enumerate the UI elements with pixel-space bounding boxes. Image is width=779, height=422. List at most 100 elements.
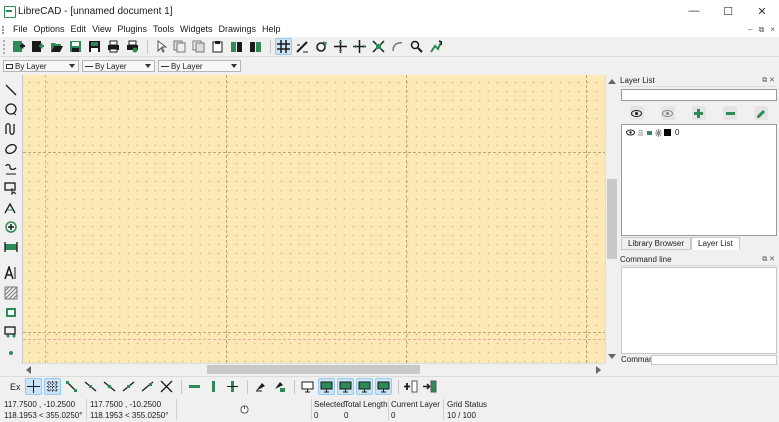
canvas-horizontal-scrollbar[interactable] [22, 363, 605, 375]
relative-zero-button[interactable] [252, 378, 269, 395]
zoom-in-button[interactable] [332, 38, 349, 55]
restrict-horizontal-button[interactable] [186, 378, 203, 395]
measure-tool-button[interactable] [3, 239, 19, 255]
layer-freeze-icon[interactable] [655, 128, 662, 137]
zoom-out-button[interactable] [351, 38, 368, 55]
block-insert-button[interactable] [228, 38, 245, 55]
image-tool-button[interactable] [3, 304, 19, 320]
menu-help[interactable]: Help [259, 22, 284, 37]
snap-on-entity-button[interactable] [82, 378, 99, 395]
select-tool-button[interactable] [3, 180, 19, 196]
menu-grip[interactable] [2, 25, 8, 34]
save-button[interactable] [67, 38, 84, 55]
view-monitor-4-button[interactable] [374, 378, 392, 395]
snap-intersection-button[interactable] [158, 378, 175, 395]
zoom-pan-button[interactable] [427, 38, 444, 55]
grid-toggle-button[interactable] [275, 38, 292, 55]
zoom-window-button[interactable] [408, 38, 425, 55]
snap-center-button[interactable] [101, 378, 118, 395]
remove-layer-button[interactable] [723, 106, 738, 120]
tab-layer-list[interactable]: Layer List [691, 237, 740, 250]
drawing-canvas[interactable] [22, 75, 605, 363]
print-preview-button[interactable] [124, 38, 141, 55]
tab-library-browser[interactable]: Library Browser [621, 237, 692, 250]
layer-print-icon[interactable] [646, 129, 653, 137]
vertical-scroll-thumb[interactable] [607, 179, 617, 259]
layer-filter-input[interactable] [621, 89, 777, 101]
maximize-button[interactable]: ☐ [711, 0, 745, 22]
layer-visible-eye-icon[interactable] [626, 129, 635, 136]
mdi-restore-button[interactable]: ⧉ [759, 22, 765, 37]
menu-widgets[interactable]: Widgets [177, 22, 216, 37]
menu-edit[interactable]: Edit [68, 22, 90, 37]
dock-float-close-icons[interactable]: ⧉ ✕ [762, 254, 775, 266]
add-layer-button[interactable] [691, 106, 706, 120]
save-as-button[interactable] [86, 38, 103, 55]
layer-row[interactable]: 0 [623, 126, 775, 139]
menu-plugins[interactable]: Plugins [114, 22, 150, 37]
horizontal-scroll-thumb[interactable] [207, 365, 420, 374]
edit-layer-button[interactable] [754, 106, 769, 120]
circle-tool-button[interactable] [3, 101, 19, 117]
new-file-button[interactable] [10, 38, 27, 55]
spline-tool-button[interactable] [3, 121, 19, 137]
block-tool-button[interactable] [3, 324, 19, 340]
menu-tools[interactable]: Tools [150, 22, 177, 37]
add-block-button[interactable] [403, 378, 420, 395]
minimize-button[interactable]: — [677, 0, 711, 22]
open-file-button[interactable] [48, 38, 65, 55]
paste-button[interactable] [209, 38, 226, 55]
restrict-vertical-button[interactable] [205, 378, 222, 395]
dimension-tool-button[interactable] [3, 200, 19, 216]
scroll-right-icon[interactable] [596, 366, 601, 374]
zoom-previous-button[interactable] [389, 38, 406, 55]
scroll-down-icon[interactable] [608, 354, 616, 359]
menu-file[interactable]: File [10, 22, 31, 37]
canvas-vertical-scrollbar[interactable] [605, 75, 617, 363]
polyline-tool-button[interactable] [3, 161, 19, 177]
block-export-button[interactable] [247, 38, 264, 55]
view-monitor-button[interactable] [299, 378, 316, 395]
layer-color-swatch[interactable] [664, 129, 671, 136]
cut-button[interactable] [190, 38, 207, 55]
menu-view[interactable]: View [89, 22, 114, 37]
ellipse-tool-button[interactable] [3, 141, 19, 157]
copy-button[interactable] [171, 38, 188, 55]
scroll-left-icon[interactable] [26, 366, 31, 374]
print-button[interactable] [105, 38, 122, 55]
hatch-tool-button[interactable] [3, 285, 19, 301]
snap-grid-button[interactable] [43, 378, 61, 395]
snap-middle-button[interactable] [120, 378, 137, 395]
point-tool-button[interactable] [3, 345, 19, 361]
snap-endpoint-button[interactable] [63, 378, 80, 395]
dock-float-close-icons[interactable]: ⧉ ✕ [762, 75, 775, 87]
pen-type-select[interactable]: By Layer [158, 60, 241, 72]
layer-lock-icon[interactable] [637, 129, 644, 137]
select-pointer-button[interactable] [152, 38, 169, 55]
view-monitor-3-button[interactable] [355, 378, 373, 395]
insert-block-button[interactable] [422, 378, 439, 395]
hide-all-layers-button[interactable] [660, 106, 675, 120]
mdi-close-button[interactable]: × [770, 22, 775, 37]
lock-relative-zero-button[interactable] [271, 378, 288, 395]
restrict-orthogonal-button[interactable] [224, 378, 241, 395]
zoom-auto-button[interactable] [370, 38, 387, 55]
snap-exclusive-label[interactable]: Ex [10, 382, 21, 392]
draft-mode-button[interactable] [294, 38, 311, 55]
snap-free-button[interactable] [24, 378, 42, 395]
redraw-button[interactable] [313, 38, 330, 55]
pen-width-select[interactable]: By Layer [82, 60, 155, 72]
mdi-minimize-button[interactable]: – [748, 22, 752, 37]
command-input[interactable] [651, 355, 777, 365]
menu-drawings[interactable]: Drawings [215, 22, 259, 37]
pen-color-select[interactable]: By Layer [3, 60, 79, 72]
show-all-layers-button[interactable] [629, 106, 644, 120]
line-tool-button[interactable] [3, 82, 19, 98]
menu-options[interactable]: Options [31, 22, 68, 37]
view-monitor-2-button[interactable] [336, 378, 354, 395]
modify-tool-button[interactable] [3, 219, 19, 235]
snap-distance-button[interactable] [139, 378, 156, 395]
view-monitor-active-button[interactable] [317, 378, 335, 395]
text-tool-button[interactable] [3, 265, 19, 281]
scroll-up-icon[interactable] [608, 79, 616, 84]
